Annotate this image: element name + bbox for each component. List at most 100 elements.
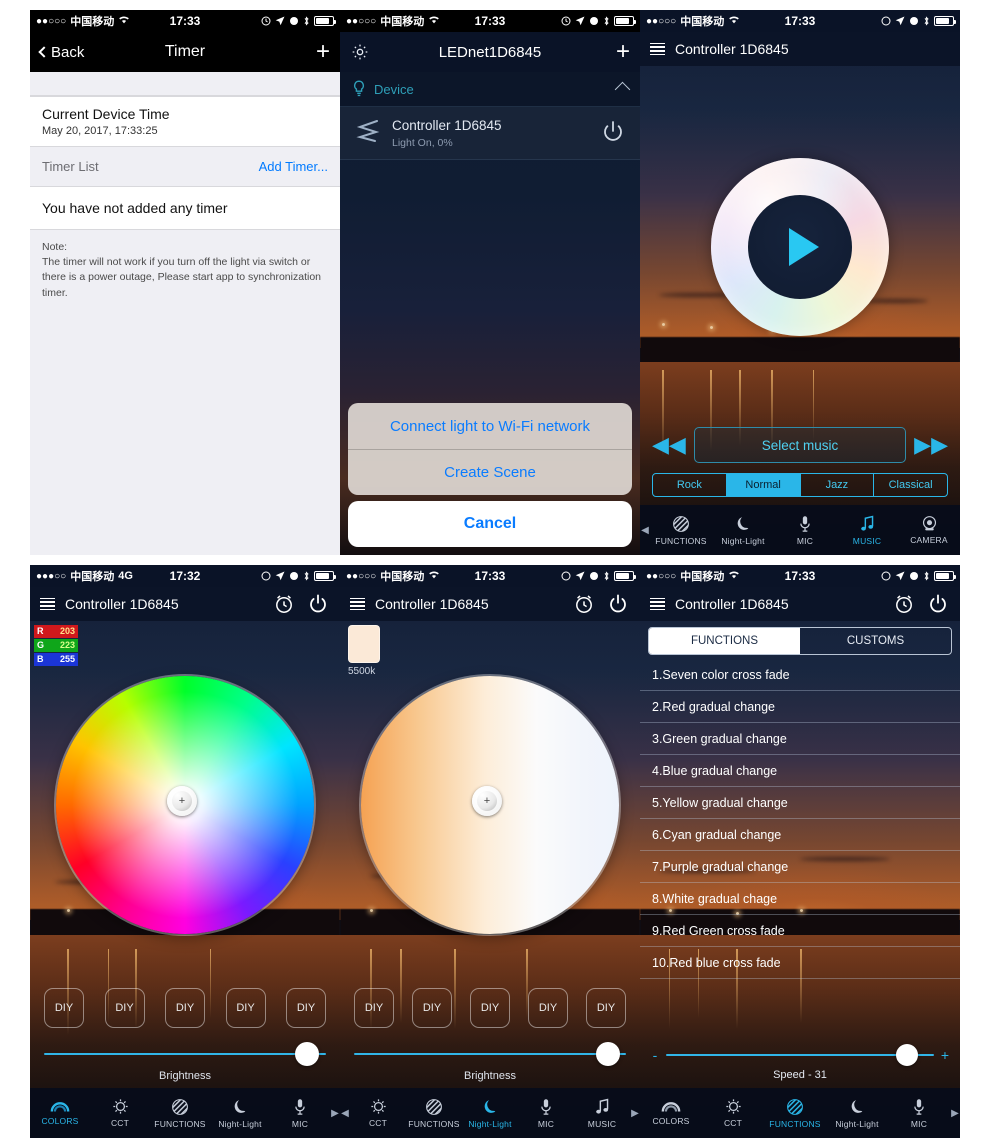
- play-disc-button[interactable]: [711, 157, 889, 336]
- alarm-status-icon: [561, 16, 571, 26]
- diy-button-2[interactable]: DIY: [412, 988, 452, 1028]
- list-item[interactable]: 4.Blue gradual change: [640, 755, 960, 787]
- list-item[interactable]: 7.Purple gradual change: [640, 851, 960, 883]
- back-button[interactable]: Back: [38, 44, 84, 61]
- list-item[interactable]: 8.White gradual chage: [640, 883, 960, 915]
- mode-classical[interactable]: Classical: [873, 474, 947, 496]
- diy-button-1[interactable]: DIY: [44, 988, 84, 1028]
- carrier-label: 中国移动: [70, 571, 115, 583]
- create-scene-button[interactable]: Create Scene: [348, 449, 632, 495]
- diy-button-5[interactable]: DIY: [286, 988, 326, 1028]
- list-item[interactable]: 2.Red gradual change: [640, 691, 960, 723]
- diy-button-4[interactable]: DIY: [528, 988, 568, 1028]
- mode-normal[interactable]: Normal: [725, 474, 800, 496]
- tab-mic[interactable]: MIC: [774, 515, 836, 546]
- tab-functions[interactable]: FUNCTIONS: [764, 1098, 826, 1129]
- timer-note: Note: The timer will not work if you tur…: [30, 230, 340, 311]
- tab-cct[interactable]: CCT: [350, 1098, 406, 1129]
- scroll-left-arrow-icon[interactable]: ◀: [640, 525, 650, 536]
- chevron-left-icon: [38, 46, 50, 58]
- color-wheel-knob[interactable]: [166, 786, 197, 817]
- tab-mic[interactable]: MIC: [270, 1098, 330, 1129]
- cct-wheel[interactable]: [361, 675, 619, 934]
- speed-plus-button[interactable]: +: [940, 1047, 950, 1063]
- connect-wifi-button[interactable]: Connect light to Wi-Fi network: [348, 403, 632, 449]
- tab-night-light[interactable]: Night-Light: [826, 1098, 888, 1129]
- power-icon[interactable]: [606, 592, 630, 616]
- brightness-slider[interactable]: [44, 1042, 326, 1066]
- tab-colors[interactable]: COLORS: [30, 1098, 90, 1129]
- menu-icon[interactable]: [650, 597, 665, 611]
- list-item[interactable]: 5.Yellow gradual change: [640, 787, 960, 819]
- segment-customs[interactable]: CUSTOMS: [800, 628, 951, 654]
- add-timer-plus-button[interactable]: +: [316, 40, 330, 64]
- tab-functions[interactable]: FUNCTIONS: [650, 515, 712, 546]
- device-row[interactable]: Controller 1D6845 Light On, 0%: [340, 107, 640, 160]
- menu-icon[interactable]: [40, 597, 55, 611]
- scroll-left-arrow-icon[interactable]: ◀: [340, 1108, 350, 1119]
- tab-cct[interactable]: CCT: [90, 1098, 150, 1129]
- tab-mic[interactable]: MIC: [518, 1098, 574, 1129]
- add-timer-link[interactable]: Add Timer...: [259, 159, 328, 174]
- scroll-right-arrow-icon[interactable]: ▶: [950, 1108, 960, 1119]
- panel-timer: ●●○○○ 中国移动 17:33 Back Timer + Current De…: [30, 10, 340, 555]
- alarm-icon[interactable]: [572, 592, 596, 616]
- diy-button-4[interactable]: DIY: [225, 988, 266, 1028]
- cct-wheel-knob[interactable]: [471, 786, 502, 817]
- tab-camera[interactable]: CAMERA: [898, 515, 960, 546]
- gear-icon[interactable]: [350, 42, 370, 62]
- bluetooth-icon: [604, 16, 609, 26]
- color-wheel[interactable]: [56, 675, 314, 934]
- scroll-right-arrow-icon[interactable]: ▶: [630, 1108, 640, 1119]
- tab-night-light[interactable]: Night-Light: [462, 1098, 518, 1129]
- tab-night-light[interactable]: Night-Light: [712, 515, 774, 546]
- menu-icon[interactable]: [350, 597, 365, 611]
- select-music-button[interactable]: Select music: [693, 427, 907, 463]
- status-bar: ●●○○○ 中国移动 17:33: [340, 565, 640, 587]
- brightness-slider[interactable]: [354, 1042, 626, 1066]
- tab-colors[interactable]: COLORS: [640, 1098, 702, 1129]
- diy-button-3[interactable]: DIY: [165, 988, 205, 1028]
- power-icon[interactable]: [306, 592, 330, 616]
- add-device-button[interactable]: +: [616, 40, 630, 64]
- list-item[interactable]: 6.Cyan gradual change: [640, 819, 960, 851]
- tab-music[interactable]: MUSIC: [836, 515, 898, 546]
- tab-mic[interactable]: MIC: [888, 1098, 950, 1129]
- tab-cct[interactable]: CCT: [702, 1098, 764, 1129]
- speed-slider[interactable]: [666, 1044, 934, 1066]
- mode-jazz[interactable]: Jazz: [799, 474, 874, 496]
- segment-functions[interactable]: FUNCTIONS: [649, 628, 800, 654]
- tab-functions[interactable]: FUNCTIONS: [150, 1098, 210, 1129]
- diy-button-3[interactable]: DIY: [470, 988, 510, 1028]
- diy-button-1[interactable]: DIY: [354, 988, 394, 1028]
- list-item[interactable]: 3.Green gradual change: [640, 723, 960, 755]
- alarm-icon[interactable]: [272, 592, 296, 616]
- power-icon[interactable]: [598, 118, 628, 148]
- power-icon[interactable]: [926, 592, 950, 616]
- previous-track-button[interactable]: ◀◀: [652, 434, 686, 456]
- tab-functions[interactable]: FUNCTIONS: [406, 1098, 462, 1129]
- menu-icon[interactable]: [650, 42, 665, 56]
- cancel-button[interactable]: Cancel: [348, 501, 632, 547]
- tab-music[interactable]: MUSIC: [574, 1098, 630, 1129]
- tab-night-light[interactable]: Night-Light: [210, 1098, 270, 1129]
- slider-thumb[interactable]: [596, 1042, 621, 1066]
- diy-button-2[interactable]: DIY: [104, 988, 145, 1028]
- diy-button-5[interactable]: DIY: [586, 988, 626, 1028]
- speed-minus-button[interactable]: -: [650, 1047, 660, 1063]
- slider-thumb[interactable]: [896, 1044, 919, 1066]
- list-item[interactable]: 10.Red blue cross fade: [640, 947, 960, 979]
- functions-list[interactable]: 1.Seven color cross fade 2.Red gradual c…: [640, 659, 960, 1044]
- timer-list-label: Timer List: [42, 159, 99, 174]
- rgb-green-value: 223: [59, 640, 75, 650]
- device-group-header[interactable]: Device: [340, 72, 640, 107]
- scroll-right-arrow-icon[interactable]: ▶: [330, 1108, 340, 1119]
- next-track-button[interactable]: ▶▶: [914, 434, 948, 456]
- list-item[interactable]: 1.Seven color cross fade: [640, 659, 960, 691]
- chevron-up-icon[interactable]: [614, 81, 631, 97]
- list-item[interactable]: 9.Red Green cross fade: [640, 915, 960, 947]
- slider-thumb[interactable]: [294, 1042, 319, 1066]
- speed-slider-row: - +: [640, 1044, 960, 1066]
- mode-rock[interactable]: Rock: [653, 474, 726, 496]
- alarm-icon[interactable]: [892, 592, 916, 616]
